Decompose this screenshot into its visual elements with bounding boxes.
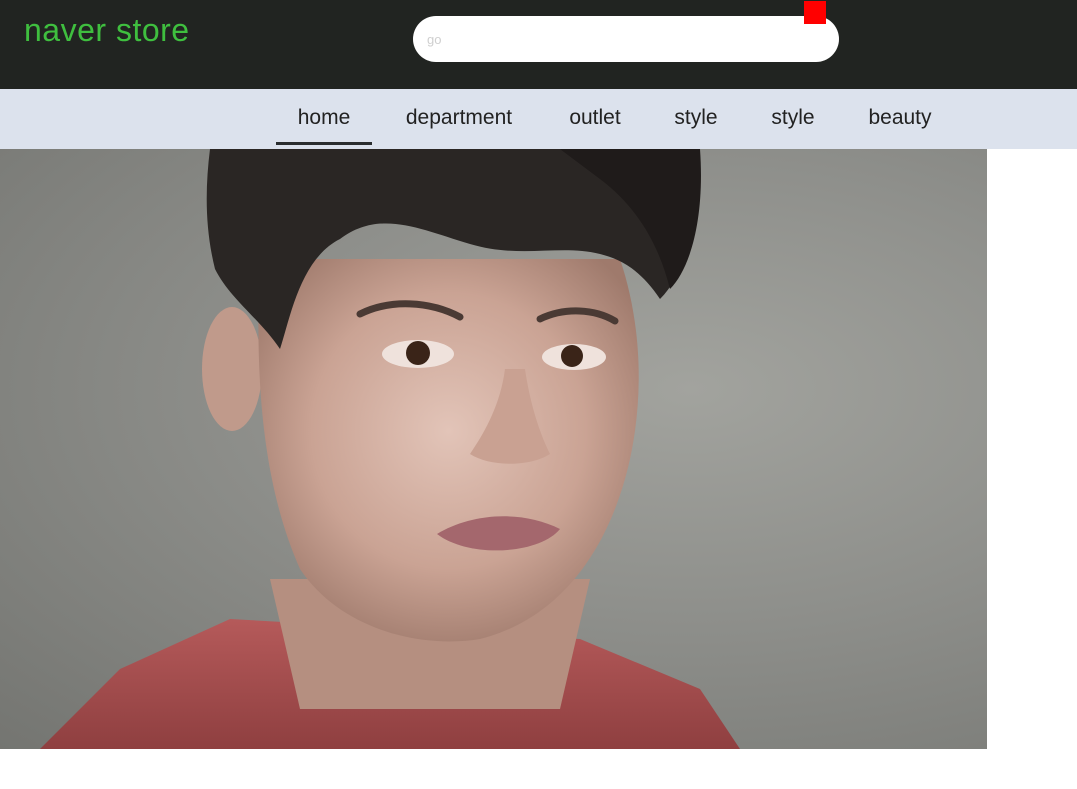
nav-tab-home[interactable]: home (276, 89, 372, 149)
search-input[interactable] (427, 28, 797, 50)
main-nav: home department outlet style style beaut… (0, 89, 1077, 149)
nav-tab-outlet[interactable]: outlet (560, 89, 630, 149)
search-button[interactable] (804, 1, 826, 24)
hero-portrait-image (0, 149, 987, 749)
nav-tab-style-2[interactable]: style (764, 89, 822, 149)
nav-tab-beauty[interactable]: beauty (861, 89, 939, 149)
nav-tab-style[interactable]: style (667, 89, 725, 149)
nav-tab-department[interactable]: department (396, 89, 522, 149)
header: naver store (0, 0, 1077, 89)
store-logo[interactable]: naver store (24, 10, 190, 50)
portrait-illustration (40, 149, 740, 749)
search-box (413, 16, 839, 62)
